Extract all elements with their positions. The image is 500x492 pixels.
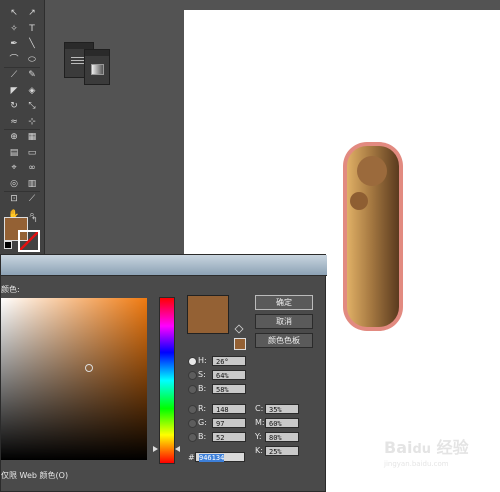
warp-tool-icon[interactable]: ≈ [5,116,23,128]
dialog-titlebar[interactable] [1,255,327,276]
brush-tool-icon[interactable]: ⟋ [5,69,23,81]
pill-shape[interactable] [343,142,403,331]
channel-label: K: [255,446,263,455]
channel-value-field[interactable]: 35% [265,404,299,414]
channel-label: R: [198,404,207,413]
swap-colors-icon[interactable]: ↰ [31,215,38,224]
channel-label: Y: [255,432,262,441]
blob-brush-tool-icon[interactable]: ◤ [5,85,23,97]
graph-tool-icon[interactable]: ▥ [23,178,41,190]
stroke-none-swatch[interactable] [18,230,40,252]
artboard-tool-icon[interactable]: ⊡ [5,193,23,205]
radio-hsb-1[interactable] [188,371,197,380]
gradient-icon [91,64,104,75]
menu-icon [71,57,85,58]
radio-rgb-2[interactable] [188,433,197,442]
radio-hsb-2[interactable] [188,385,197,394]
channel-value-field[interactable]: 58% [212,384,246,394]
ellipse-tool-icon[interactable]: ⬭ [23,54,41,66]
large-circle [357,156,387,186]
perspective-tool-icon[interactable]: ▦ [23,131,41,143]
symbol-sprayer-tool-icon[interactable]: ◎ [5,178,23,190]
cancel-button[interactable]: 取消 [255,314,313,329]
shape-builder-tool-icon[interactable]: ⊕ [5,131,23,143]
web-safe-swatch[interactable] [234,338,246,350]
baidu-jingyan-watermark: Baidu 经验 jingyan.baidu.com [384,438,469,468]
mesh-tool-icon[interactable]: ▤ [5,147,23,159]
selected-color-preview [187,295,229,334]
line-tool-icon[interactable]: ╲ [23,38,41,50]
out-of-gamut-cube-icon[interactable] [234,324,244,334]
radio-rgb-1[interactable] [188,419,197,428]
channel-label: G: [198,418,207,427]
floating-panel-2[interactable] [84,49,110,85]
channel-label: M: [255,418,265,427]
radio-rgb-0[interactable] [188,405,197,414]
eyedropper-tool-icon[interactable]: ⌖ [5,162,23,174]
tools-panel: ↖ ↗ ✧ T ✒ ╲ ⌒ ⬭ ⟋ ✎ ◤ ◈ ↻ ⤡ ≈ ⊹ ⊕ ▦ ▤ ▭ ⌖ ∞ ◎ ▥ ⊡ ⟋ ✋ ⌕ ↰ [0,0,45,265]
text-tool-icon[interactable]: T [23,23,41,35]
magic-wand-tool-icon[interactable]: ✧ [5,23,23,35]
gradient-tool-icon[interactable]: ▭ [23,147,41,159]
channel-value-field[interactable]: 52 [212,432,246,442]
hex-value: 946134 [199,454,225,462]
hue-slider-handle-left[interactable] [153,446,158,452]
color-field[interactable] [1,298,147,460]
pen-tool-icon[interactable]: ✒ [5,38,23,50]
channel-value-field[interactable]: 25% [265,446,299,456]
radio-hsb-0[interactable] [188,357,197,366]
arrow-tool-icon[interactable]: ↖ [5,7,23,19]
channel-value-field[interactable]: 97 [212,418,246,428]
rotate-tool-icon[interactable]: ↻ [5,100,23,112]
channel-value-field[interactable]: 64% [212,370,246,380]
channel-value-field[interactable]: 26° [212,356,246,366]
free-transform-tool-icon[interactable]: ⊹ [23,116,41,128]
hue-slider-handle-right[interactable] [175,446,180,452]
direct-select-tool-icon[interactable]: ↗ [23,7,41,19]
color-field-cursor[interactable] [85,364,93,372]
default-colors-icon[interactable] [4,241,12,249]
channel-value-field[interactable]: 80% [265,432,299,442]
channel-label: B: [198,432,207,441]
slice-tool-icon[interactable]: ⟋ [23,193,41,205]
hue-slider[interactable] [159,297,175,464]
channel-value-field[interactable]: 60% [265,418,299,428]
small-circle [350,192,368,210]
web-colors-only-label[interactable]: 仅限 Web 颜色(O) [1,470,68,481]
channel-label: S: [198,370,206,379]
blend-tool-icon[interactable]: ∞ [23,162,41,174]
channel-label: H: [198,356,207,365]
scale-tool-icon[interactable]: ⤡ [23,100,41,112]
hex-field[interactable]: 946134 [195,452,245,462]
color-picker-dialog: 颜色: 确定 取消 颜色色板 H: 26° S: 64% B: 58% R: 148 G: 97… [0,254,327,492]
ok-button[interactable]: 确定 [255,295,313,310]
color-swatches-button[interactable]: 颜色色板 [255,333,313,348]
channel-value-field[interactable]: 148 [212,404,246,414]
eraser-tool-icon[interactable]: ◈ [23,85,41,97]
channel-label: B: [198,384,207,393]
hex-prefix: # [188,453,195,462]
channel-label: C: [255,404,264,413]
color-section-label: 颜色: [1,285,20,294]
arc-tool-icon[interactable]: ⌒ [5,54,23,66]
pencil-tool-icon[interactable]: ✎ [23,69,41,81]
